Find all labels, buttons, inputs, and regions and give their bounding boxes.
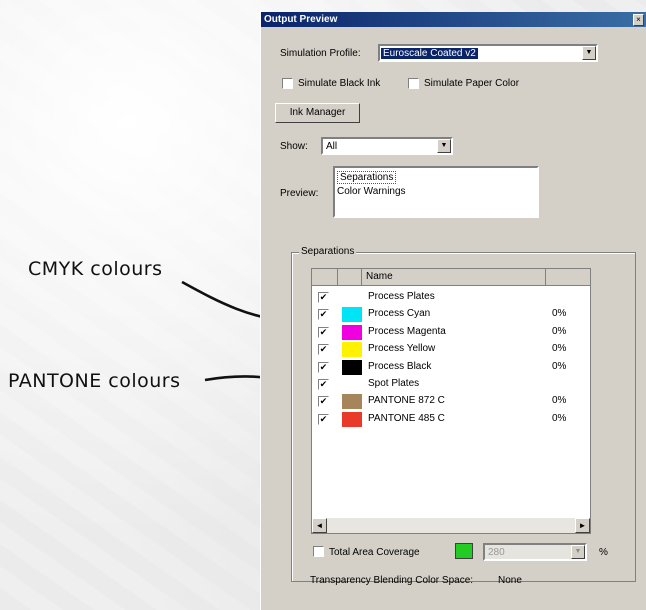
window-title: Output Preview (261, 12, 646, 27)
row-name: Process Black (368, 360, 432, 372)
simulate-black-ink-label: Simulate Black Ink (298, 78, 381, 89)
horizontal-scrollbar[interactable]: ◄ ► (312, 518, 590, 533)
cmyk-annotation: CMYK colours (28, 258, 163, 280)
simulate-black-ink-checkbox[interactable] (282, 78, 293, 89)
row-name: Process Yellow (368, 343, 436, 355)
chevron-down-icon: ▼ (571, 545, 585, 559)
row-name: PANTONE 485 C (368, 412, 445, 424)
row-name: Process Plates (368, 291, 435, 302)
row-color-swatch (342, 359, 362, 375)
row-name: Process Magenta (368, 325, 446, 337)
table-row[interactable]: ✔ Spot Plates (312, 376, 590, 393)
simulation-profile-value: Euroscale Coated v2 (381, 48, 478, 59)
scroll-right-icon[interactable]: ► (575, 518, 590, 533)
ink-manager-button[interactable]: Ink Manager (275, 103, 360, 123)
table-row[interactable]: ✔ PANTONE 872 C 0% (312, 393, 590, 410)
row-name: Process Cyan (368, 308, 431, 320)
row-visibility-checkbox[interactable]: ✔ (318, 413, 329, 425)
simulate-paper-color-label: Simulate Paper Color (424, 78, 520, 89)
row-visibility-checkbox[interactable]: ✔ (318, 344, 329, 356)
simulation-profile-label: Simulation Profile: (280, 48, 361, 59)
row-name: PANTONE 872 C (368, 395, 445, 407)
separations-group-label: Separations (299, 246, 357, 257)
row-name: Spot Plates (368, 378, 420, 389)
simulate-paper-color-checkbox[interactable] (408, 78, 419, 89)
scroll-left-icon[interactable]: ◄ (312, 518, 327, 533)
row-visibility-checkbox[interactable]: ✔ (318, 309, 329, 321)
row-color-swatch (342, 324, 362, 340)
coverage-value-select: 280 ▼ (483, 543, 587, 561)
header-swatch-col (338, 269, 362, 285)
header-name[interactable]: Name (362, 269, 546, 285)
table-row[interactable]: ✔ Process Black 0% (312, 359, 590, 376)
preview-option-color-warnings[interactable]: Color Warnings (337, 186, 406, 197)
row-visibility-checkbox[interactable]: ✔ (318, 379, 329, 390)
preview-option-separations[interactable]: Separations (337, 171, 397, 184)
header-percent-col (546, 269, 590, 285)
table-row[interactable]: ✔ Process Magenta 0% (312, 324, 590, 341)
row-percent: 0% (552, 412, 567, 424)
row-percent: 0% (552, 360, 567, 372)
chevron-down-icon: ▼ (437, 139, 451, 153)
row-visibility-checkbox[interactable]: ✔ (318, 396, 329, 408)
total-area-coverage-checkbox[interactable] (313, 546, 324, 557)
table-row[interactable]: ✔ Process Yellow 0% (312, 341, 590, 358)
chevron-down-icon: ▼ (582, 46, 596, 60)
table-header: Name (312, 269, 590, 286)
table-row[interactable]: ✔ Process Cyan 0% (312, 306, 590, 323)
row-visibility-checkbox[interactable]: ✔ (318, 326, 329, 338)
preview-label: Preview: (280, 188, 319, 199)
row-percent: 0% (552, 343, 567, 355)
row-percent: 0% (552, 395, 567, 407)
total-area-coverage-label: Total Area Coverage (329, 547, 420, 558)
row-color-swatch (342, 411, 362, 427)
separations-table: Name ✔ Process Plates ✔ Process Cyan 0% ✔ Proc… (311, 268, 591, 534)
show-label: Show: (280, 141, 308, 152)
row-percent: 0% (552, 325, 567, 337)
table-row[interactable]: ✔ PANTONE 485 C 0% (312, 411, 590, 428)
pantone-annotation: PANTONE colours (8, 370, 181, 392)
preview-listbox[interactable]: Separations Color Warnings (333, 166, 539, 218)
coverage-unit: % (599, 547, 608, 558)
header-visibility-col (312, 269, 338, 285)
row-visibility-checkbox[interactable]: ✔ (318, 361, 329, 373)
coverage-value: 280 (488, 547, 505, 558)
row-color-swatch (342, 307, 362, 323)
close-icon[interactable]: × (633, 14, 644, 26)
table-row[interactable]: ✔ Process Plates (312, 289, 590, 306)
show-select[interactable]: All ▼ (321, 137, 453, 155)
transparency-label: Transparency Blending Color Space: (310, 575, 474, 586)
coverage-color-swatch[interactable] (455, 543, 473, 559)
simulation-profile-select[interactable]: Euroscale Coated v2 ▼ (378, 44, 598, 62)
row-percent: 0% (552, 308, 567, 320)
row-visibility-checkbox[interactable]: ✔ (318, 292, 329, 303)
row-color-swatch (342, 394, 362, 410)
transparency-value: None (498, 575, 522, 586)
row-color-swatch (342, 342, 362, 358)
show-value: All (326, 141, 338, 152)
